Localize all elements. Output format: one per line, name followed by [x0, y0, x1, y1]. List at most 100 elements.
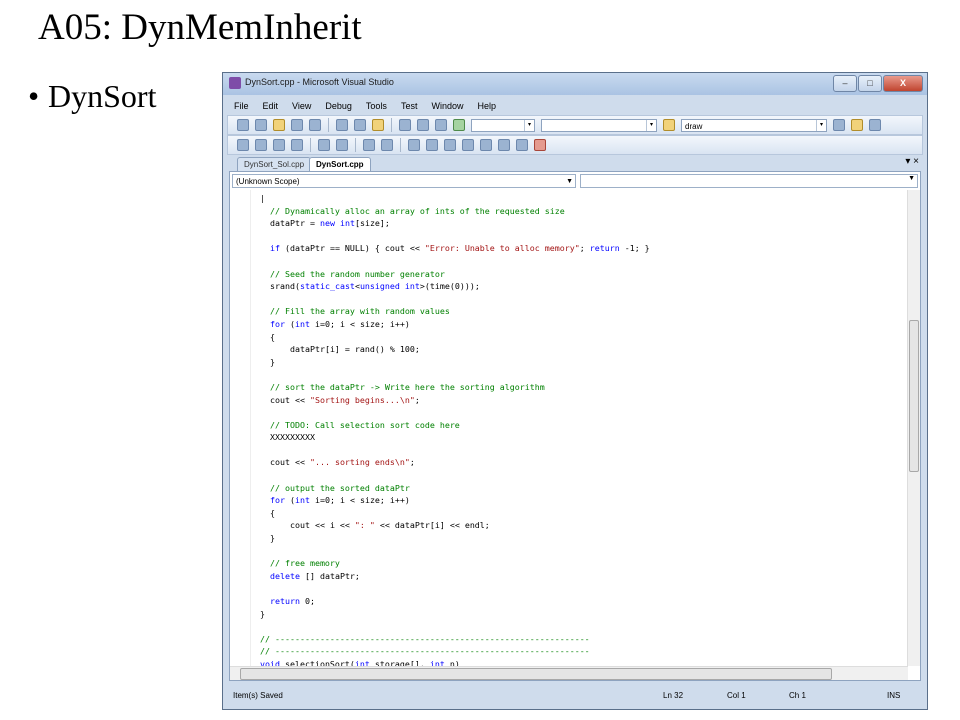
- redo-icon[interactable]: [417, 119, 429, 131]
- status-message: Item(s) Saved: [233, 691, 283, 700]
- code-line[interactable]: }: [260, 608, 900, 621]
- decrease-indent-icon[interactable]: [318, 139, 330, 151]
- code-line[interactable]: }: [260, 532, 900, 545]
- code-line[interactable]: // -------------------------------------…: [260, 633, 900, 646]
- new-project-icon[interactable]: [237, 119, 249, 131]
- code-line[interactable]: for (int i=0; i < size; i++): [260, 494, 900, 507]
- paste-icon[interactable]: [372, 119, 384, 131]
- comment-icon[interactable]: [363, 139, 375, 151]
- horizontal-scrollbar[interactable]: [230, 666, 908, 680]
- vertical-scroll-thumb[interactable]: [909, 320, 919, 472]
- menu-tools[interactable]: Tools: [359, 98, 394, 114]
- member-dropdown[interactable]: ▼: [580, 174, 918, 188]
- code-line[interactable]: [260, 293, 900, 306]
- save-all-icon[interactable]: [309, 119, 321, 131]
- menu-help[interactable]: Help: [470, 98, 503, 114]
- code-line[interactable]: [260, 444, 900, 457]
- code-line[interactable]: [260, 368, 900, 381]
- horizontal-scroll-thumb[interactable]: [240, 668, 832, 680]
- word-complete-icon[interactable]: [291, 139, 303, 151]
- configuration-dropdown[interactable]: ▾: [471, 118, 535, 132]
- solution-explorer-icon[interactable]: [851, 119, 863, 131]
- code-line[interactable]: [260, 406, 900, 419]
- add-item-icon[interactable]: [255, 119, 267, 131]
- tab-dynsort[interactable]: DynSort.cpp: [309, 157, 371, 172]
- code-line[interactable]: // -------------------------------------…: [260, 645, 900, 658]
- start-debug-icon[interactable]: [453, 119, 465, 131]
- next-bookmark-doc-icon[interactable]: [516, 139, 528, 151]
- next-bookmark-folder-icon[interactable]: [480, 139, 492, 151]
- menu-view[interactable]: View: [285, 98, 318, 114]
- tab-dynsort-sol[interactable]: DynSort_Sol.cpp: [237, 157, 312, 172]
- code-line[interactable]: void selectionSort(int storage[], int n): [260, 658, 900, 666]
- prev-bookmark-icon[interactable]: [426, 139, 438, 151]
- find-icon[interactable]: [833, 119, 845, 131]
- chevron-down-icon: ▼: [566, 178, 573, 185]
- scope-dropdown[interactable]: (Unknown Scope) ▼: [232, 174, 576, 188]
- open-file-icon[interactable]: [273, 119, 285, 131]
- close-button[interactable]: X: [883, 75, 923, 92]
- code-line[interactable]: return 0;: [260, 595, 900, 608]
- code-line[interactable]: [260, 255, 900, 268]
- find-input[interactable]: draw ▾: [681, 118, 827, 132]
- prev-bookmark-doc-icon[interactable]: [498, 139, 510, 151]
- save-icon[interactable]: [291, 119, 303, 131]
- menu-debug[interactable]: Debug: [318, 98, 359, 114]
- code-line[interactable]: dataPtr[i] = rand() % 100;: [260, 343, 900, 356]
- code-line[interactable]: // free memory: [260, 557, 900, 570]
- code-line[interactable]: {: [260, 331, 900, 344]
- platform-dropdown[interactable]: ▾: [541, 118, 657, 132]
- code-text[interactable]: | // Dynamically alloc an array of ints …: [260, 192, 900, 666]
- find-in-files-icon[interactable]: [663, 119, 675, 131]
- prev-bookmark-folder-icon[interactable]: [462, 139, 474, 151]
- copy-icon[interactable]: [354, 119, 366, 131]
- code-line[interactable]: [260, 620, 900, 633]
- code-line[interactable]: // sort the dataPtr -> Write here the so…: [260, 381, 900, 394]
- code-line[interactable]: XXXXXXXXX: [260, 431, 900, 444]
- code-line[interactable]: [260, 469, 900, 482]
- code-line[interactable]: // Fill the array with random values: [260, 305, 900, 318]
- code-line[interactable]: // TODO: Call selection sort code here: [260, 419, 900, 432]
- code-line[interactable]: srand(static_cast<unsigned int>(time(0))…: [260, 280, 900, 293]
- menu-file[interactable]: File: [227, 98, 256, 114]
- increase-indent-icon[interactable]: [336, 139, 348, 151]
- clear-bookmarks-icon[interactable]: [534, 139, 546, 151]
- code-editor[interactable]: (Unknown Scope) ▼ ▼ | // Dynamically allo…: [229, 171, 921, 681]
- next-bookmark-icon[interactable]: [444, 139, 456, 151]
- code-line[interactable]: for (int i=0; i < size; i++): [260, 318, 900, 331]
- uncomment-icon[interactable]: [381, 139, 393, 151]
- minimize-button[interactable]: –: [833, 75, 857, 92]
- tab-controls[interactable]: ▾ ×: [905, 156, 919, 167]
- navigate-back-icon[interactable]: [435, 119, 447, 131]
- code-line[interactable]: // output the sorted dataPtr: [260, 482, 900, 495]
- code-line[interactable]: cout << i << ": " << dataPtr[i] << endl;: [260, 519, 900, 532]
- code-line[interactable]: }: [260, 356, 900, 369]
- code-line[interactable]: {: [260, 507, 900, 520]
- toggle-bookmark-icon[interactable]: [408, 139, 420, 151]
- code-line[interactable]: // Seed the random number generator: [260, 268, 900, 281]
- code-line[interactable]: // Dynamically alloc an array of ints of…: [260, 205, 900, 218]
- code-line[interactable]: cout << "Sorting begins...\n";: [260, 394, 900, 407]
- properties-icon[interactable]: [869, 119, 881, 131]
- code-line[interactable]: dataPtr = new int[size];: [260, 217, 900, 230]
- menu-edit[interactable]: Edit: [256, 98, 286, 114]
- display-object-icon[interactable]: [237, 139, 249, 151]
- cut-icon[interactable]: [336, 119, 348, 131]
- title-bar[interactable]: DynSort.cpp - Microsoft Visual Studio – …: [223, 73, 927, 95]
- code-line[interactable]: [260, 230, 900, 243]
- quick-info-icon[interactable]: [273, 139, 285, 151]
- code-line[interactable]: |: [260, 192, 900, 205]
- maximize-button[interactable]: □: [858, 75, 882, 92]
- menu-test[interactable]: Test: [394, 98, 425, 114]
- parameter-info-icon[interactable]: [255, 139, 267, 151]
- code-line[interactable]: delete [] dataPtr;: [260, 570, 900, 583]
- standard-toolbar: ▾ ▾ draw ▾: [227, 115, 923, 135]
- code-line[interactable]: cout << "... sorting ends\n";: [260, 456, 900, 469]
- code-line[interactable]: [260, 545, 900, 558]
- undo-icon[interactable]: [399, 119, 411, 131]
- code-line[interactable]: if (dataPtr == NULL) { cout << "Error: U…: [260, 242, 900, 255]
- vertical-scrollbar[interactable]: [907, 190, 920, 666]
- menu-window[interactable]: Window: [424, 98, 470, 114]
- code-line[interactable]: [260, 582, 900, 595]
- outline-margin[interactable]: [232, 190, 251, 666]
